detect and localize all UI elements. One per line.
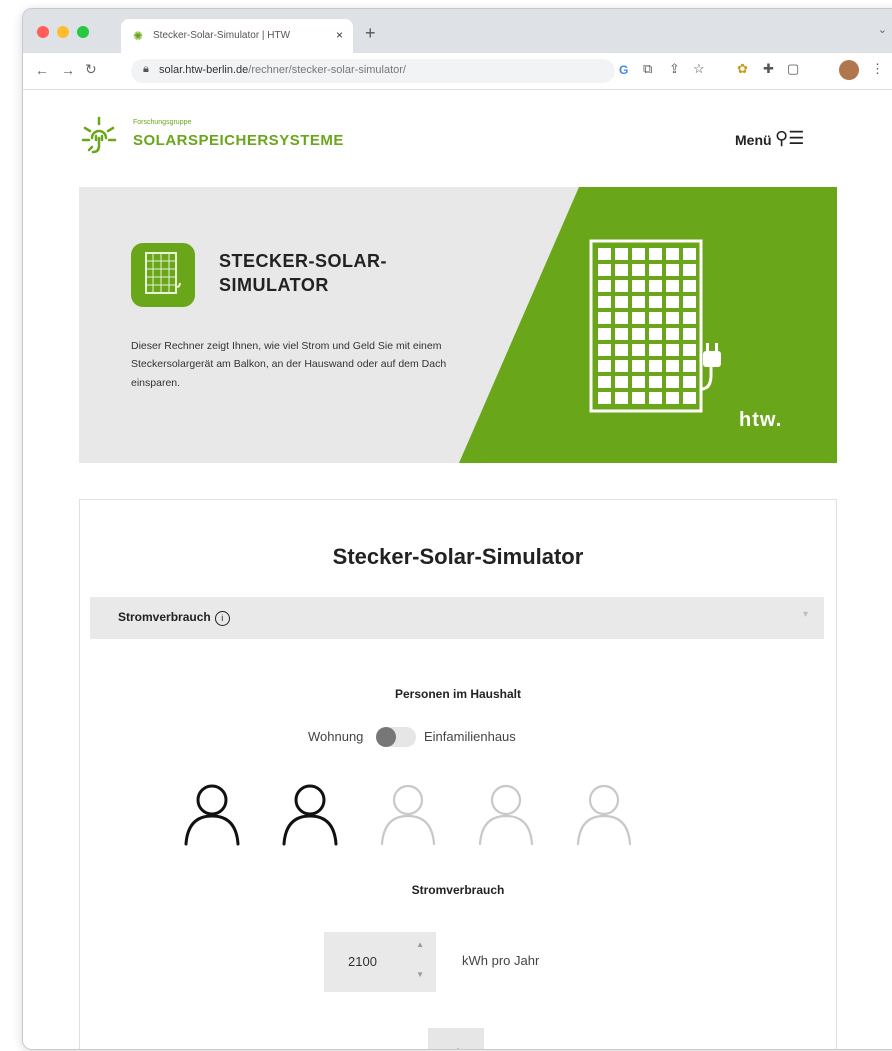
tab-bar: ✺ Stecker-Solar-Simulator | HTW × + ⌄	[23, 9, 892, 53]
logo-title[interactable]: SOLARSPEICHERSYSTEME	[133, 132, 344, 149]
bookmark-star-icon[interactable]: ☆	[693, 61, 705, 77]
extension-icon[interactable]: ✿	[737, 61, 748, 77]
person-5-icon[interactable]	[574, 782, 634, 852]
htw-logo-text: htw.	[739, 409, 783, 431]
browser-tab[interactable]: ✺ Stecker-Solar-Simulator | HTW ×	[121, 19, 353, 53]
sun-favicon-icon: ✺	[133, 29, 144, 43]
toggle-right-label: Einfamilienhaus	[424, 729, 516, 744]
person-1-icon[interactable]	[182, 782, 242, 852]
info-icon[interactable]: i	[214, 611, 230, 626]
solar-panel-app-icon	[131, 243, 195, 307]
switch-knob	[376, 727, 396, 747]
next-button[interactable]: Weiter	[428, 1028, 484, 1049]
hero-description: Dieser Rechner zeigt Ihnen, wie viel Str…	[131, 340, 447, 389]
minimize-window-button[interactable]	[57, 26, 69, 38]
google-lens-icon[interactable]: G	[619, 63, 628, 77]
zoom-window-button[interactable]	[77, 26, 89, 38]
person-selector	[80, 782, 836, 852]
solar-panel-plug-icon	[589, 239, 721, 413]
toggle-left-label: Wohnung	[308, 729, 364, 744]
housing-toggle-row: Wohnung Einfamilienhaus	[80, 727, 836, 747]
web-page: Forschungsgruppe SOLARSPEICHERSYSTEME Me…	[23, 90, 892, 1049]
housing-type-switch[interactable]	[376, 727, 416, 747]
consumption-label: Stromverbrauch	[411, 883, 505, 897]
share-icon[interactable]: ⇪	[669, 61, 680, 77]
consumption-unit: kWh pro Jahr	[462, 953, 540, 968]
tab-title: Stecker-Solar-Simulator | HTW	[153, 30, 291, 41]
puzzle-extensions-icon[interactable]: ✚	[763, 61, 774, 77]
search-and-hamburger[interactable]: ⚲☰	[775, 128, 804, 149]
sun-plug-logo-icon[interactable]	[81, 116, 117, 156]
spin-up-icon[interactable]: ▲	[416, 940, 424, 949]
spin-down-icon[interactable]: ▼	[416, 970, 424, 979]
stromverbrauch-accordion[interactable]: Stromverbrauch i ▾	[90, 597, 824, 639]
chevron-down-icon[interactable]: ▾	[803, 609, 808, 620]
tab-list-dropdown-icon[interactable]: ⌄	[878, 23, 887, 36]
person-4-icon[interactable]	[476, 782, 536, 852]
hero-title: STECKER-SOLAR-SIMULATOR	[219, 251, 387, 296]
logo-subtitle: Forschungsgruppe	[133, 119, 192, 126]
consumption-input[interactable]: 2100 ▲ ▼	[324, 932, 436, 992]
sidebar-icon[interactable]: ▢	[787, 61, 799, 77]
accordion-label: Stromverbrauch i	[118, 610, 230, 626]
close-window-button[interactable]	[37, 26, 49, 38]
person-3-icon[interactable]	[378, 782, 438, 852]
profile-avatar[interactable]	[839, 60, 859, 80]
url-field[interactable]: 🔒︎ solar.htw-berlin.de/rechner/stecker-s…	[131, 59, 615, 83]
simulator-card: Stecker-Solar-Simulator Stromverbrauch i …	[79, 499, 837, 1049]
menu-link[interactable]: Menü	[735, 132, 772, 148]
persons-label: Personen im Haushalt	[394, 687, 522, 701]
tab-close-icon[interactable]: ×	[336, 28, 343, 42]
reload-icon[interactable]: ↻	[85, 61, 97, 78]
consumption-value: 2100	[348, 954, 377, 969]
forward-icon[interactable]: →	[61, 62, 75, 78]
address-bar-row: ← → ↻ 🔒︎ solar.htw-berlin.de/rechner/ste…	[23, 53, 892, 90]
url-text: solar.htw-berlin.de/rechner/stecker-sola…	[159, 64, 406, 76]
translate-icon[interactable]: ⧉	[643, 61, 652, 77]
hero-banner: STECKER-SOLAR-SIMULATOR Dieser Rechner z…	[79, 187, 837, 463]
person-2-icon[interactable]	[280, 782, 340, 852]
back-icon[interactable]: ←	[35, 62, 49, 78]
browser-menu-icon[interactable]: ⋮	[871, 61, 884, 77]
hamburger-menu-icon[interactable]: ☰	[788, 128, 804, 148]
lock-icon: 🔒︎	[143, 63, 149, 75]
simulator-title: Stecker-Solar-Simulator	[332, 544, 584, 569]
new-tab-button[interactable]: +	[365, 23, 376, 44]
search-icon[interactable]: ⚲	[775, 128, 788, 148]
browser-window: ✺ Stecker-Solar-Simulator | HTW × + ⌄ ← …	[22, 8, 892, 1050]
